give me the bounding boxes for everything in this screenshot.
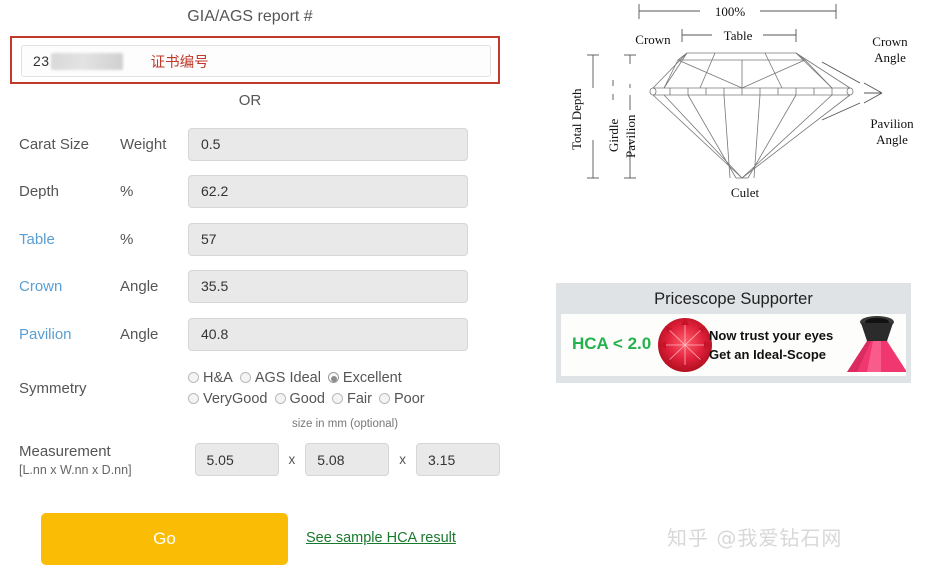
field-row-depth: Depth % 62.2 <box>0 173 500 209</box>
radio-icon[interactable] <box>188 393 199 404</box>
diagram-label-total-depth: Total Depth <box>569 88 584 150</box>
diagram-label-crown-angle-1: Crown <box>872 34 908 49</box>
radio-label: VeryGood <box>203 390 268 407</box>
ad-text-line-1: Now trust your eyes <box>709 328 834 343</box>
unit-table: % <box>120 230 134 248</box>
symmetry-radio-row-2: VeryGood Good Fair Poor <box>188 388 478 409</box>
watermark: 知乎 @我爱钻石网 <box>667 526 843 550</box>
label-pavilion-link[interactable]: Pavilion <box>0 326 120 343</box>
field-row-measurement: Measurement [L.nn x W.nn x D.nn] 5.05 x … <box>0 440 500 495</box>
input-pavilion-angle[interactable]: 40.8 <box>188 317 468 351</box>
radio-option-fair[interactable]: Fair <box>331 390 372 407</box>
size-in-mm-note: size in mm (optional) <box>291 418 399 430</box>
diagram-label-pavilion-angle-2: Angle <box>876 132 908 147</box>
unit-carat-size: Weight <box>120 135 167 153</box>
radio-icon[interactable] <box>274 393 286 404</box>
radio-option-poor[interactable]: Poor <box>378 390 425 407</box>
or-separator: OR <box>238 92 262 109</box>
diamond-anatomy-diagram: 100% Table Crown Culet Crown Angle Pavil… <box>560 0 931 210</box>
report-number-hint-label: 证书编号 <box>150 54 209 71</box>
diagram-label-pavilion-angle-1: Pavilion <box>870 116 914 131</box>
unit-depth: % <box>120 182 134 200</box>
diagram-label-crown: Crown <box>635 32 671 47</box>
radio-option-excellent[interactable]: Excellent <box>327 369 402 386</box>
hca-form-panel: GIA/AGS report # 23 证书编号 OR Carat Size W… <box>0 0 520 573</box>
label-symmetry: Symmetry <box>19 379 87 397</box>
report-number-input[interactable]: 23 证书编号 <box>21 45 491 77</box>
radio-icon[interactable] <box>378 393 390 404</box>
field-row-symmetry: Symmetry H&A AGS Ideal Excellent VeryGoo… <box>0 363 500 413</box>
diamond-diagram-svg: 100% Table Crown Culet Crown Angle Pavil… <box>569 4 914 200</box>
radio-label: AGS Ideal <box>254 369 321 386</box>
go-button[interactable]: Go <box>41 513 288 565</box>
label-measurement: Measurement <box>19 443 111 460</box>
label-measurement-format: [L.nn x W.nn x D.nn] <box>19 462 132 477</box>
field-row-crown: Crown Angle 35.5 <box>0 268 500 304</box>
ideal-scope-device-icon <box>847 316 906 372</box>
pricescope-supporter-banner: Pricescope Supporter HCA < 2.0 Now trust… <box>556 283 911 383</box>
radio-icon[interactable] <box>239 372 251 383</box>
symmetry-radio-group: H&A AGS Ideal Excellent VeryGood Good Fa… <box>188 367 478 409</box>
banner-title: Pricescope Supporter <box>654 290 813 308</box>
input-depth[interactable]: 62.2 <box>188 174 468 208</box>
measurement-inputs: 5.05 x 5.08 x 3.15 <box>194 440 500 476</box>
report-number-value: 23 <box>33 53 50 69</box>
unit-crown: Angle <box>120 277 159 295</box>
label-carat-size: Carat Size <box>19 135 90 153</box>
measurement-separator-2: x <box>399 452 406 467</box>
radio-label: Fair <box>346 390 372 407</box>
ad-text-line-2: Get an Ideal-Scope <box>709 347 827 362</box>
unit-pavilion: Angle <box>120 325 159 343</box>
diagram-label-girdle: Girdle <box>606 119 621 152</box>
measurement-separator-1: x <box>288 452 296 467</box>
input-measurement-depth[interactable]: 3.15 <box>416 443 500 476</box>
diagram-label-table: Table <box>724 28 753 43</box>
radio-option-ags-ideal[interactable]: AGS Ideal <box>239 369 321 386</box>
radio-label: H&A <box>203 369 233 386</box>
radio-icon[interactable] <box>331 393 343 404</box>
label-table-link[interactable]: Table <box>0 231 120 248</box>
input-measurement-length[interactable]: 5.05 <box>194 443 279 476</box>
ideal-scope-ad[interactable]: HCA < 2.0 Now trust your eyes Get an Ide… <box>561 314 906 376</box>
hearts-arrows-diamond-icon <box>658 318 712 372</box>
radio-label: Good <box>289 390 325 407</box>
radio-icon[interactable] <box>188 372 199 383</box>
radio-option-verygood[interactable]: VeryGood <box>188 391 268 407</box>
input-crown-angle[interactable]: 35.5 <box>188 269 468 303</box>
radio-label: Excellent <box>342 369 402 386</box>
label-crown-link[interactable]: Crown <box>0 278 120 295</box>
redaction-blur <box>50 52 123 70</box>
report-number-highlight-box: 23 证书编号 <box>10 36 500 84</box>
radio-label: Poor <box>393 390 425 407</box>
radio-option-ha[interactable]: H&A <box>188 370 233 386</box>
label-depth: Depth <box>19 182 60 200</box>
diagram-label-pavilion: Pavilion <box>623 114 638 158</box>
hca-score-text: HCA < 2.0 <box>572 334 652 353</box>
input-measurement-width[interactable]: 5.08 <box>305 443 390 476</box>
report-number-title: GIA/AGS report # <box>187 8 313 25</box>
diagram-label-100-percent: 100% <box>715 4 746 19</box>
radio-icon-selected[interactable] <box>327 372 339 383</box>
input-carat-size[interactable]: 0.5 <box>188 127 468 161</box>
label-measurement-block: Measurement [L.nn x W.nn x D.nn] <box>0 440 195 478</box>
field-row-pavilion: Pavilion Angle 40.8 <box>0 316 500 352</box>
symmetry-radio-row-1: H&A AGS Ideal Excellent <box>188 367 478 388</box>
diagram-label-crown-angle-2: Angle <box>874 50 906 65</box>
field-row-carat-size: Carat Size Weight 0.5 <box>0 126 500 162</box>
see-sample-hca-result-link[interactable]: See sample HCA result <box>306 530 456 546</box>
radio-option-good[interactable]: Good <box>274 390 325 407</box>
diagram-label-culet: Culet <box>731 185 760 200</box>
input-table[interactable]: 57 <box>188 222 468 256</box>
field-row-table: Table % 57 <box>0 221 500 257</box>
